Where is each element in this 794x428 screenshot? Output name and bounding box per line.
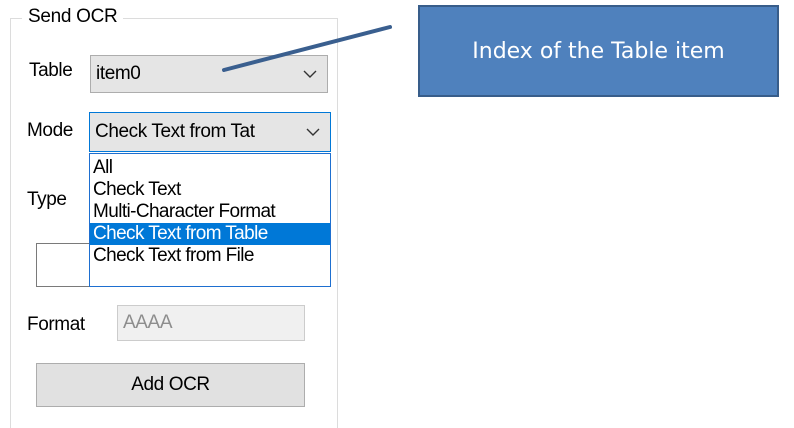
chevron-down-icon	[306, 128, 320, 136]
table-combobox[interactable]: item0	[90, 55, 328, 93]
mode-label: Mode	[27, 120, 73, 141]
callout-box: Index of the Table item	[418, 5, 779, 97]
mode-dropdown-list[interactable]: All Check Text Multi-Character Format Ch…	[89, 153, 331, 287]
format-field-value: AAAA	[123, 312, 173, 333]
mode-option-multi-character-format[interactable]: Multi-Character Format	[90, 201, 330, 223]
mode-combobox-value: Check Text from Tat	[95, 121, 255, 142]
mode-option-check-text[interactable]: Check Text	[90, 179, 330, 201]
mode-option-all[interactable]: All	[90, 157, 330, 179]
groupbox-title: Send OCR	[22, 6, 124, 28]
mode-combobox[interactable]: Check Text from Tat	[89, 112, 331, 152]
type-label: Type	[27, 189, 67, 210]
format-label: Format	[27, 314, 85, 335]
chevron-down-icon	[303, 70, 317, 78]
format-field[interactable]: AAAA	[117, 305, 305, 341]
mode-option-check-text-from-table[interactable]: Check Text from Table	[90, 223, 330, 245]
add-ocr-button[interactable]: Add OCR	[36, 363, 305, 407]
callout-text: Index of the Table item	[472, 38, 725, 64]
table-combobox-value: item0	[96, 63, 141, 84]
mode-option-check-text-from-file[interactable]: Check Text from File	[90, 245, 330, 267]
table-label: Table	[29, 60, 73, 81]
